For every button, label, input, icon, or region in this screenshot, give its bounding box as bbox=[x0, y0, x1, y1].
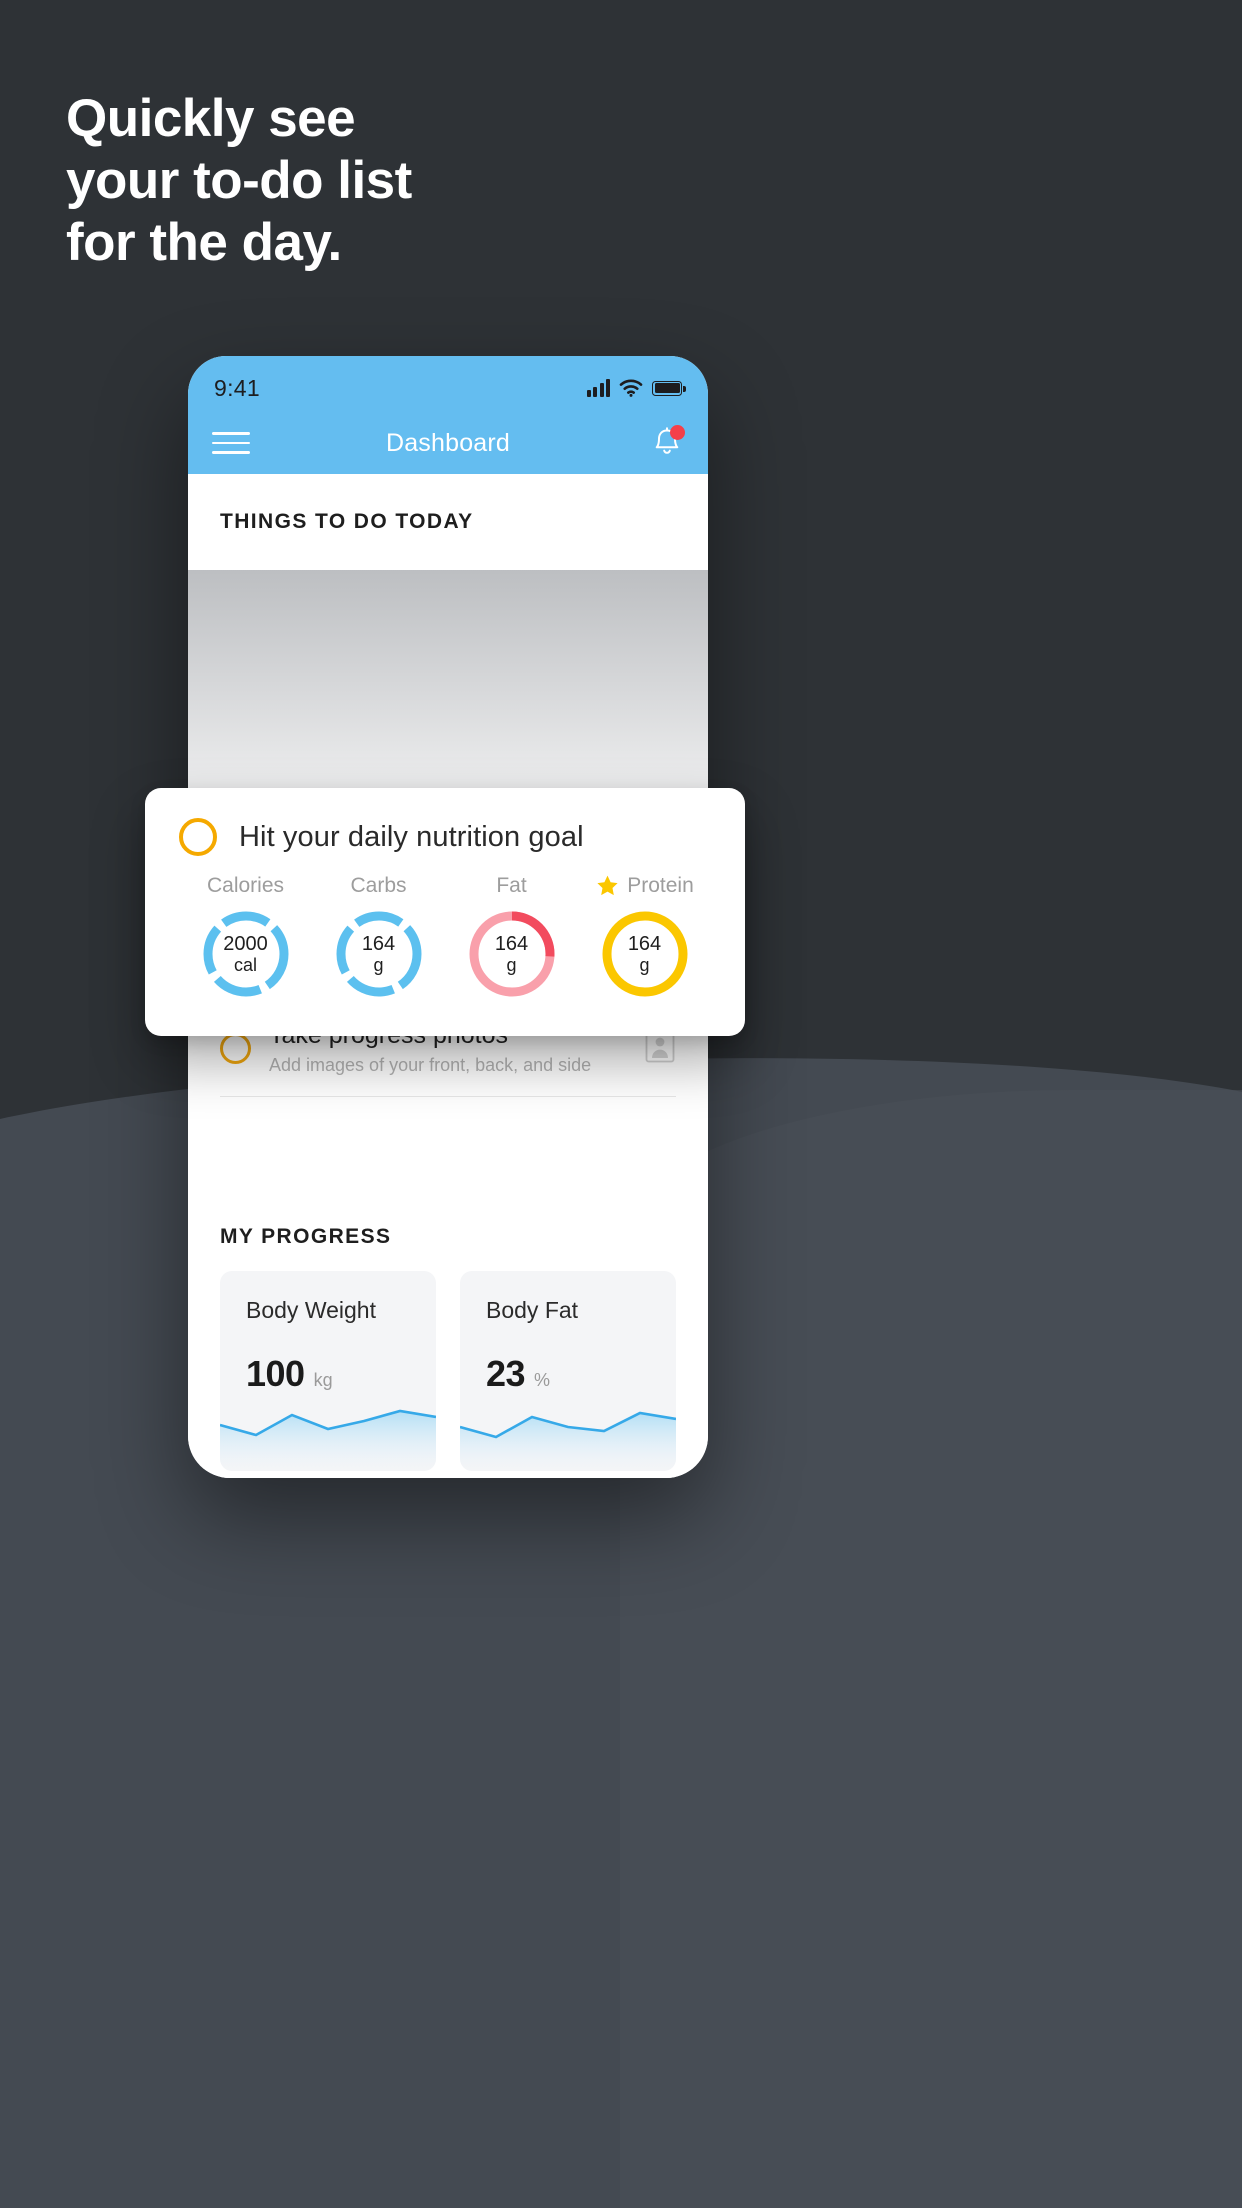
progress-card-body-weight[interactable]: Body Weight 100 kg bbox=[220, 1271, 436, 1471]
macro-label-wrap: Protein bbox=[595, 874, 694, 898]
star-filled-icon bbox=[597, 875, 618, 896]
progress-card-grid: Body Weight 100 kg Body Fat 23 % bbox=[188, 1249, 708, 1478]
cellular-signal-icon bbox=[586, 379, 610, 397]
nutrition-card-title: Hit your daily nutrition goal bbox=[239, 820, 584, 853]
sparkline-chart-body-fat bbox=[460, 1411, 676, 1471]
progress-card-title: Body Weight bbox=[246, 1297, 376, 1323]
progress-card-value-group: 23 % bbox=[486, 1353, 550, 1395]
sparkline-chart-body-weight bbox=[220, 1409, 436, 1471]
macro-value-group: 2000 cal bbox=[199, 907, 293, 1001]
macro-ring-fat: 164 g bbox=[465, 907, 559, 1001]
notification-badge bbox=[670, 425, 685, 440]
macro-unit: cal bbox=[233, 955, 257, 976]
progress-card-unit: kg bbox=[313, 1370, 333, 1390]
macro-calories[interactable]: Calories 2000 cal bbox=[179, 874, 312, 1001]
macro-label-wrap: Fat bbox=[496, 874, 526, 898]
progress-card-title: Body Fat bbox=[486, 1297, 579, 1323]
todo-item-subtitle: Add images of your front, back, and side bbox=[269, 1054, 592, 1075]
macro-ring-group: Calories 2000 cal Carbs 164 g Fat 164 g … bbox=[179, 874, 711, 1001]
headline-line-3: for the day. bbox=[66, 213, 342, 272]
macro-value: 2000 bbox=[223, 932, 268, 955]
progress-card-value-group: 100 kg bbox=[246, 1353, 333, 1395]
headline-line-1: Quickly see bbox=[66, 89, 356, 148]
macro-label-wrap: Calories bbox=[207, 874, 284, 898]
circle-unchecked-icon[interactable] bbox=[220, 1032, 251, 1064]
macro-carbs[interactable]: Carbs 164 g bbox=[312, 874, 445, 1001]
macro-value-group: 164 g bbox=[332, 907, 426, 1001]
macro-value: 164 bbox=[361, 932, 396, 955]
macro-ring-carbs: 164 g bbox=[332, 907, 426, 1001]
headline: Quickly see your to-do list for the day. bbox=[66, 92, 412, 278]
bell-icon[interactable] bbox=[650, 425, 685, 461]
macro-unit: g bbox=[506, 955, 517, 976]
status-bar-indicators bbox=[586, 379, 686, 397]
macro-value: 164 bbox=[627, 932, 662, 955]
macro-ring-calories: 2000 cal bbox=[199, 907, 293, 1001]
progress-card-value: 23 bbox=[486, 1353, 526, 1394]
nutrition-card-header: Hit your daily nutrition goal bbox=[179, 818, 711, 856]
progress-card-body-fat[interactable]: Body Fat 23 % bbox=[460, 1271, 676, 1471]
headline-line-2: your to-do list bbox=[66, 151, 412, 210]
macro-value-group: 164 g bbox=[598, 907, 692, 1001]
macro-unit: g bbox=[373, 955, 384, 976]
macro-label: Calories bbox=[206, 874, 285, 897]
macro-fat[interactable]: Fat 164 g bbox=[445, 874, 578, 1001]
progress-card-value: 100 bbox=[246, 1353, 305, 1394]
background-floor-highlight bbox=[620, 1090, 1242, 2208]
macro-ring-protein: 164 g bbox=[598, 907, 692, 1001]
status-bar: 9:41 bbox=[188, 356, 708, 412]
todo-overlap-spacer bbox=[188, 534, 708, 802]
wifi-icon bbox=[619, 379, 643, 397]
status-bar-time: 9:41 bbox=[214, 374, 260, 401]
macro-protein[interactable]: Protein 164 g bbox=[578, 874, 711, 1001]
macro-label: Fat bbox=[496, 874, 527, 897]
macro-value: 164 bbox=[494, 932, 529, 955]
circle-unchecked-icon[interactable] bbox=[179, 818, 217, 856]
hamburger-menu-icon[interactable] bbox=[212, 432, 250, 454]
section-heading-todo: THINGS TO DO TODAY bbox=[220, 510, 474, 533]
section-heading-progress: MY PROGRESS bbox=[220, 1225, 392, 1248]
app-navbar: Dashboard bbox=[188, 412, 708, 474]
page-title: Dashboard bbox=[385, 428, 511, 457]
macro-value-group: 164 g bbox=[465, 907, 559, 1001]
progress-card-unit: % bbox=[534, 1370, 551, 1390]
nutrition-goal-card[interactable]: Hit your daily nutrition goal Calories 2… bbox=[145, 788, 745, 1036]
macro-unit: g bbox=[639, 955, 650, 976]
macro-label: Carbs bbox=[350, 874, 407, 897]
macro-label: Protein bbox=[627, 874, 694, 897]
macro-label-wrap: Carbs bbox=[350, 874, 406, 898]
battery-full-icon bbox=[652, 380, 686, 396]
